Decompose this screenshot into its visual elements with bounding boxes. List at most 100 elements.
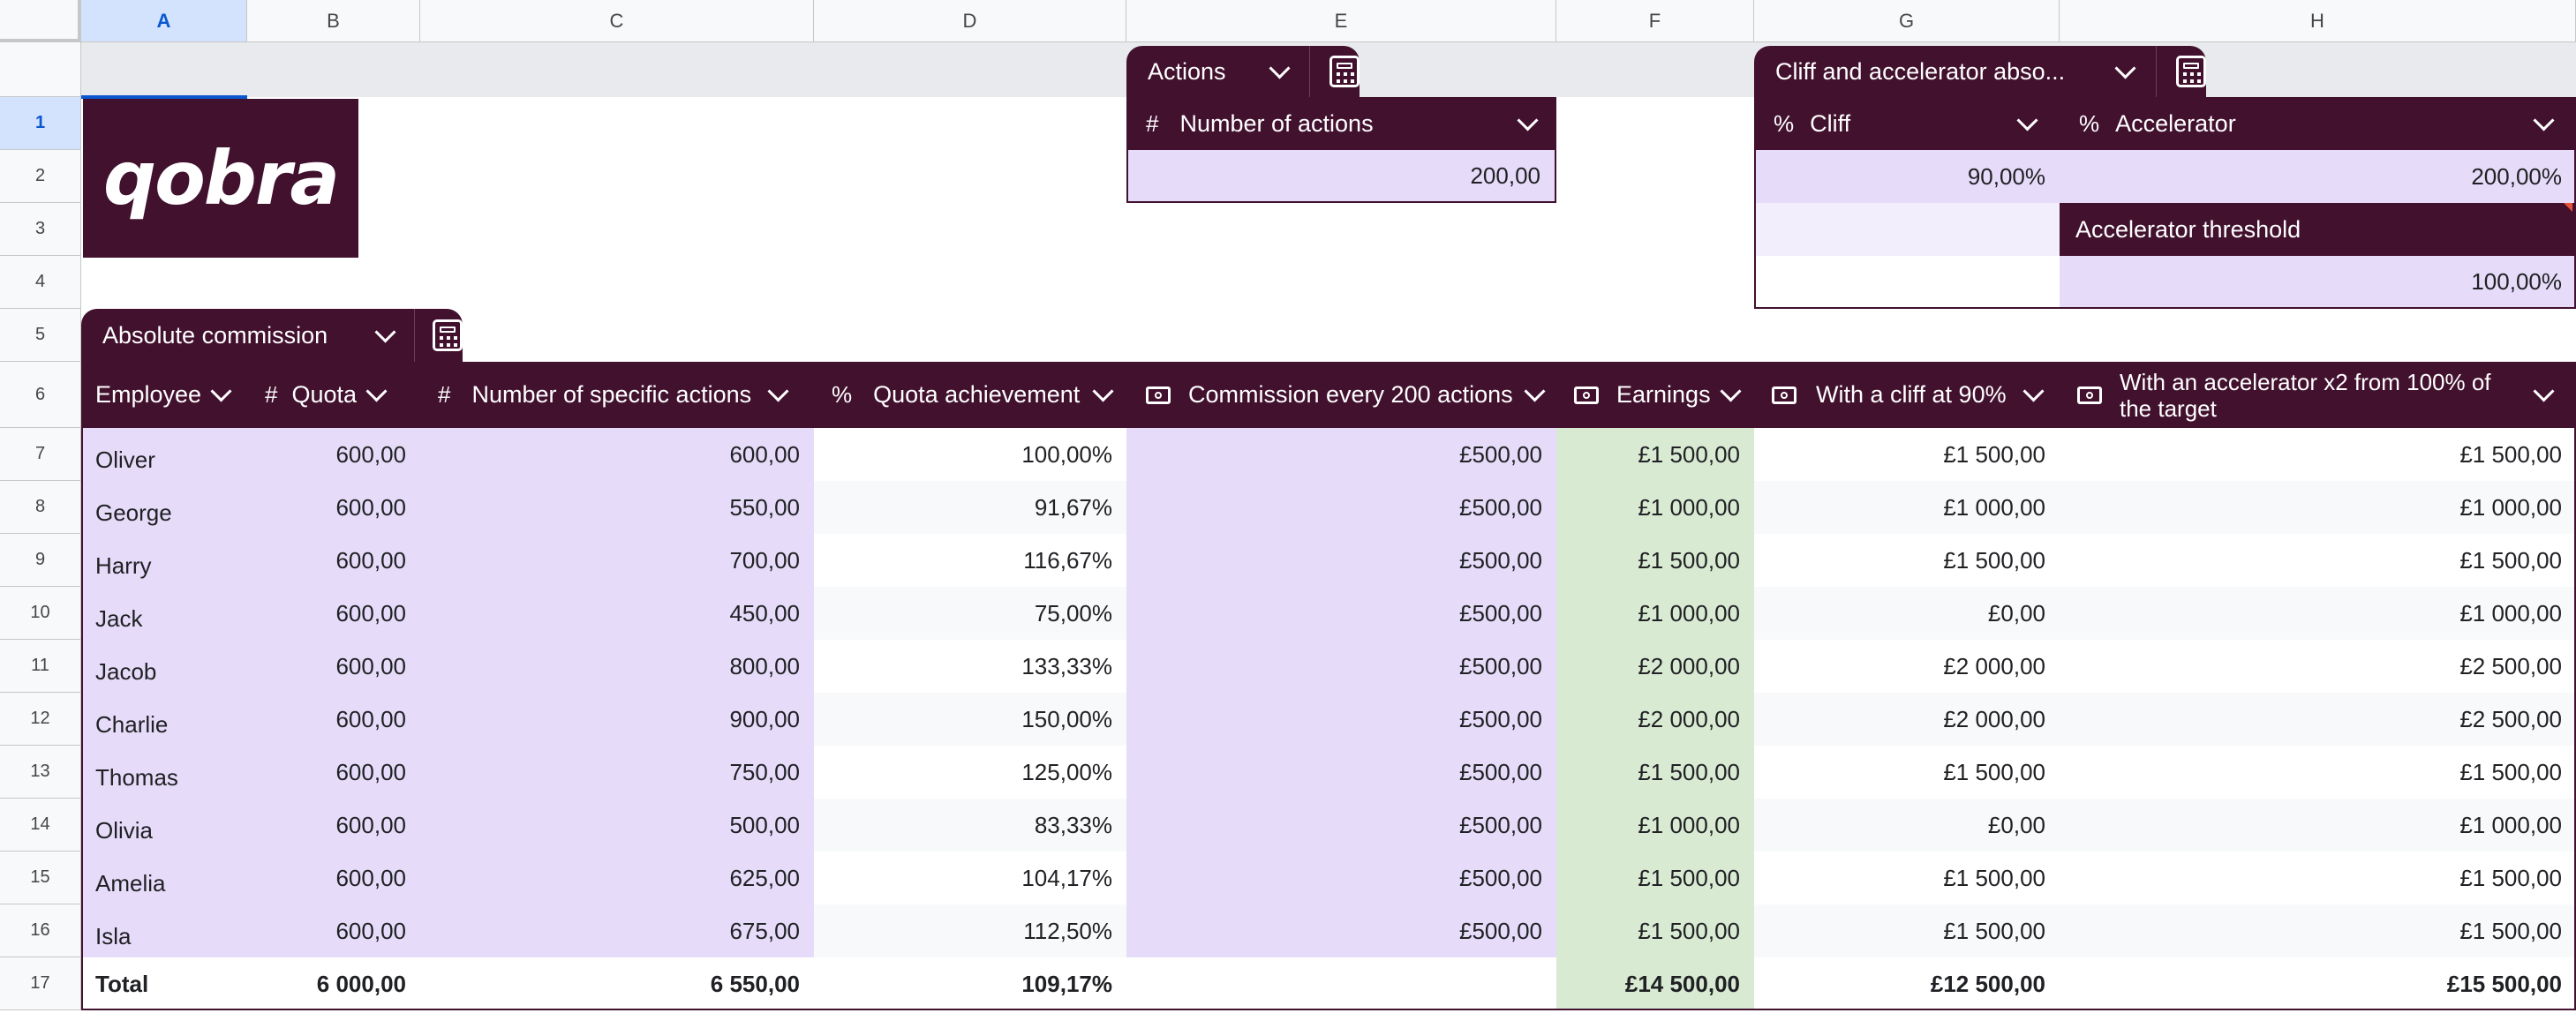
cell-quota[interactable]: 600,00 bbox=[247, 904, 420, 957]
cell-achievement[interactable]: 133,33% bbox=[814, 640, 1126, 693]
earnings-column-header[interactable]: Earnings bbox=[1556, 362, 1754, 428]
cell-actions[interactable]: 600,00 bbox=[420, 428, 814, 481]
cell-commission[interactable]: £500,00 bbox=[1126, 587, 1556, 640]
cell-achievement[interactable]: 112,50% bbox=[814, 904, 1126, 957]
cell-employee[interactable]: Isla bbox=[81, 904, 247, 957]
column-header-a[interactable]: A bbox=[81, 0, 247, 42]
cell-achievement[interactable]: 83,33% bbox=[814, 799, 1126, 852]
cell-accelerator[interactable]: £2 500,00 bbox=[2060, 693, 2576, 746]
column-header-b[interactable]: B bbox=[247, 0, 420, 42]
cell-accelerator[interactable]: £1 500,00 bbox=[2060, 534, 2576, 587]
cell-earnings[interactable]: £1 500,00 bbox=[1556, 534, 1754, 587]
actions-column-header[interactable]: # Number of actions bbox=[1126, 97, 1556, 150]
chevron-down-icon[interactable] bbox=[2114, 56, 2136, 79]
accelerator-column-header[interactable]: % Accelerator bbox=[2060, 97, 2576, 150]
calculator-icon[interactable] bbox=[1329, 56, 1360, 87]
cell-actions[interactable]: 750,00 bbox=[420, 746, 814, 799]
cell-earnings[interactable]: £1 000,00 bbox=[1556, 799, 1754, 852]
chevron-down-icon[interactable] bbox=[1524, 380, 1546, 402]
row-header-8[interactable]: 8 bbox=[0, 481, 81, 534]
chevron-down-icon[interactable] bbox=[1269, 56, 1291, 79]
accelerator-value[interactable]: 200,00% bbox=[2060, 150, 2576, 203]
cell-achievement[interactable]: 125,00% bbox=[814, 746, 1126, 799]
chevron-down-icon[interactable] bbox=[365, 380, 388, 402]
chevron-down-icon[interactable] bbox=[374, 320, 397, 343]
specific-actions-column-header[interactable]: # Number of specific actions bbox=[420, 362, 814, 428]
cell-actions[interactable]: 700,00 bbox=[420, 534, 814, 587]
cell-quota[interactable]: 600,00 bbox=[247, 481, 420, 534]
cell-actions[interactable]: 450,00 bbox=[420, 587, 814, 640]
chevron-down-icon[interactable] bbox=[2016, 109, 2038, 131]
cliff-table-tab[interactable]: Cliff and accelerator abso... bbox=[1754, 46, 2206, 97]
cell-earnings[interactable]: £1 500,00 bbox=[1556, 904, 1754, 957]
cell-quota[interactable]: 600,00 bbox=[247, 640, 420, 693]
actions-table-tab[interactable]: Actions bbox=[1126, 46, 1360, 97]
cell-employee[interactable]: Harry bbox=[81, 534, 247, 587]
cell-cliff[interactable]: £2 000,00 bbox=[1754, 693, 2060, 746]
total-cliff[interactable]: £12 500,00 bbox=[1754, 957, 2060, 1010]
commission-column-header[interactable]: Commission every 200 actions bbox=[1126, 362, 1556, 428]
accelerator-result-column-header[interactable]: With an accelerator x2 from 100% of the … bbox=[2060, 362, 2576, 428]
cell-cliff[interactable]: £1 500,00 bbox=[1754, 852, 2060, 904]
cell-actions[interactable]: 900,00 bbox=[420, 693, 814, 746]
cell-employee[interactable]: Thomas bbox=[81, 746, 247, 799]
select-all-corner[interactable] bbox=[0, 0, 81, 42]
column-header-h[interactable]: H bbox=[2060, 0, 2576, 42]
cell-earnings[interactable]: £1 000,00 bbox=[1556, 481, 1754, 534]
cell-employee[interactable]: Jack bbox=[81, 587, 247, 640]
cell-commission[interactable]: £500,00 bbox=[1126, 640, 1556, 693]
chevron-down-icon[interactable] bbox=[2022, 380, 2045, 402]
cell-accelerator[interactable]: £1 500,00 bbox=[2060, 746, 2576, 799]
cliff-result-column-header[interactable]: With a cliff at 90% bbox=[1754, 362, 2060, 428]
row-header-7[interactable]: 7 bbox=[0, 428, 81, 481]
cell-accelerator[interactable]: £1 500,00 bbox=[2060, 428, 2576, 481]
cell-commission[interactable]: £500,00 bbox=[1126, 799, 1556, 852]
cell-accelerator[interactable]: £1 000,00 bbox=[2060, 587, 2576, 640]
cell-quota[interactable]: 600,00 bbox=[247, 587, 420, 640]
row-header-13[interactable]: 13 bbox=[0, 746, 81, 799]
cell-achievement[interactable]: 100,00% bbox=[814, 428, 1126, 481]
row-header-3[interactable]: 3 bbox=[0, 203, 81, 256]
cell-achievement[interactable]: 116,67% bbox=[814, 534, 1126, 587]
cell-quota[interactable]: 600,00 bbox=[247, 693, 420, 746]
chevron-down-icon[interactable] bbox=[1092, 380, 1114, 402]
cell-cliff[interactable]: £1 000,00 bbox=[1754, 481, 2060, 534]
cell-achievement[interactable]: 91,67% bbox=[814, 481, 1126, 534]
cell-quota[interactable]: 600,00 bbox=[247, 428, 420, 481]
total-accelerator[interactable]: £15 500,00 bbox=[2060, 957, 2576, 1010]
row-header-17[interactable]: 17 bbox=[0, 957, 81, 1010]
cell-actions[interactable]: 500,00 bbox=[420, 799, 814, 852]
quota-column-header[interactable]: # Quota bbox=[247, 362, 420, 428]
cell-cliff[interactable]: £0,00 bbox=[1754, 799, 2060, 852]
cell-quota[interactable]: 600,00 bbox=[247, 746, 420, 799]
cell-employee[interactable]: Charlie bbox=[81, 693, 247, 746]
quota-achievement-column-header[interactable]: % Quota achievement bbox=[814, 362, 1126, 428]
column-header-f[interactable]: F bbox=[1556, 0, 1754, 42]
row-header-6[interactable]: 6 bbox=[0, 362, 81, 428]
cell-earnings[interactable]: £2 000,00 bbox=[1556, 693, 1754, 746]
total-commission-empty[interactable] bbox=[1126, 957, 1556, 1010]
row-header-10[interactable]: 10 bbox=[0, 587, 81, 640]
cell-cliff[interactable]: £1 500,00 bbox=[1754, 904, 2060, 957]
chevron-down-icon[interactable] bbox=[2533, 109, 2555, 131]
cell-cliff[interactable]: £0,00 bbox=[1754, 587, 2060, 640]
cell-cliff[interactable]: £1 500,00 bbox=[1754, 534, 2060, 587]
cell-earnings[interactable]: £1 000,00 bbox=[1556, 587, 1754, 640]
cell-commission[interactable]: £500,00 bbox=[1126, 852, 1556, 904]
total-label[interactable]: Total bbox=[81, 957, 247, 1010]
commission-table-tab[interactable]: Absolute commission bbox=[81, 309, 463, 362]
calculator-icon[interactable] bbox=[2176, 56, 2206, 87]
accelerator-threshold-header[interactable]: Accelerator threshold bbox=[2060, 203, 2576, 256]
cell-commission[interactable]: £500,00 bbox=[1126, 746, 1556, 799]
row-header-4[interactable]: 4 bbox=[0, 256, 81, 309]
cell-quota[interactable]: 600,00 bbox=[247, 534, 420, 587]
column-header-c[interactable]: C bbox=[420, 0, 814, 42]
row-header-5[interactable]: 5 bbox=[0, 309, 81, 362]
accelerator-threshold-value[interactable]: 100,00% bbox=[2060, 256, 2576, 307]
cell-cliff[interactable]: £2 000,00 bbox=[1754, 640, 2060, 693]
number-of-actions-value[interactable]: 200,00 bbox=[1126, 150, 1556, 203]
row-header-14[interactable]: 14 bbox=[0, 799, 81, 852]
cell-actions[interactable]: 800,00 bbox=[420, 640, 814, 693]
cell-accelerator[interactable]: £1 500,00 bbox=[2060, 852, 2576, 904]
cell-actions[interactable]: 550,00 bbox=[420, 481, 814, 534]
